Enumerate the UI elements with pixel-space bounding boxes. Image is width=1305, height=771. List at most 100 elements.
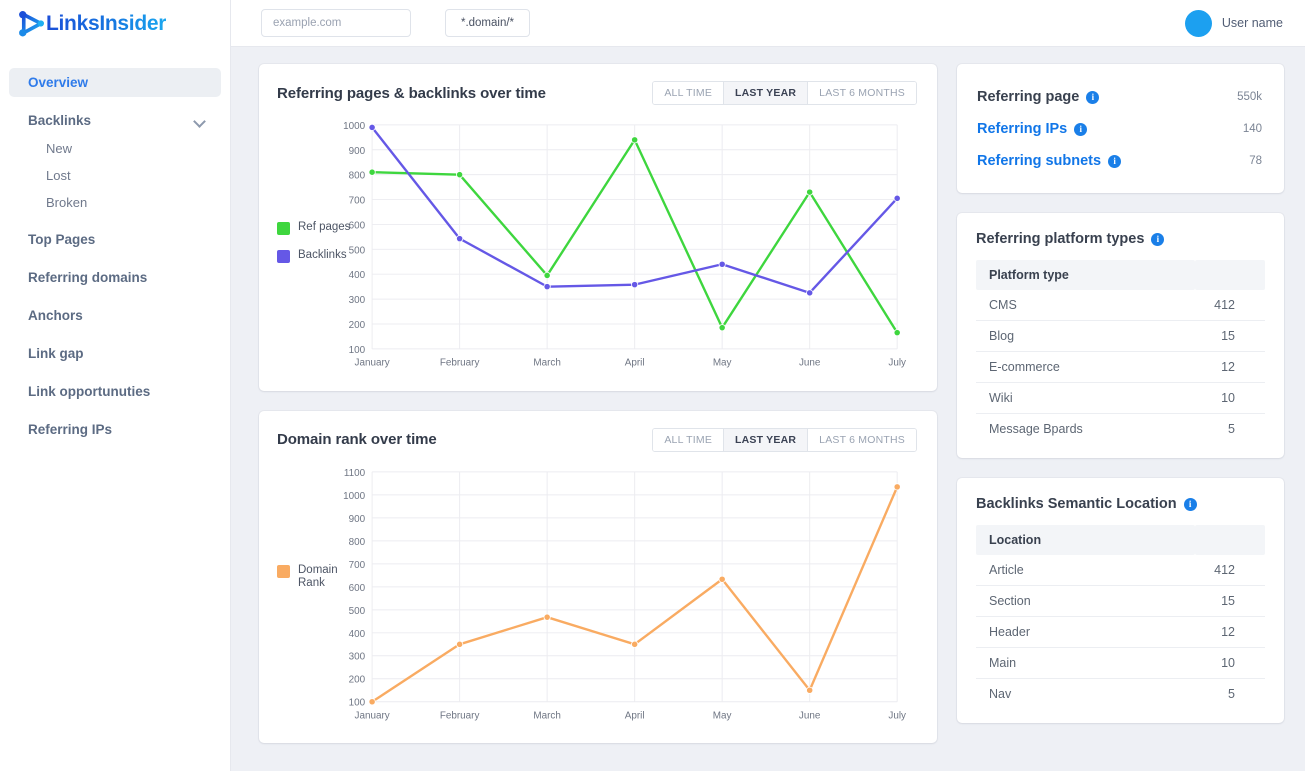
sidebar-item-referring-ips[interactable]: Referring IPs (9, 415, 221, 444)
data-point[interactable] (456, 235, 464, 243)
info-icon[interactable]: i (1151, 232, 1165, 246)
x-axis-tick: July (888, 710, 906, 721)
x-axis-tick: June (799, 710, 821, 721)
info-icon[interactable]: i (1108, 154, 1122, 168)
table-row[interactable]: Article 412 (976, 555, 1265, 586)
url-pattern-selector[interactable]: *.domain/* (445, 9, 530, 37)
stat-row-referring-subnets[interactable]: Referring subnets i 78 (977, 145, 1262, 177)
platform-name: Wiki (976, 382, 1195, 414)
stat-label[interactable]: Referring subnets i (977, 153, 1122, 169)
sidebar-item-link-gap[interactable]: Link gap (9, 339, 221, 368)
chart-legend: Ref pages Backlinks (277, 221, 350, 263)
stat-name: Referring page (977, 89, 1080, 105)
data-point[interactable] (543, 283, 551, 291)
platform-count: 10 (1195, 382, 1265, 414)
data-point[interactable] (718, 324, 726, 332)
data-point[interactable] (893, 482, 901, 490)
y-axis-tick: 800 (349, 171, 366, 182)
sidebar-item-label: Link gap (28, 346, 84, 361)
y-axis-tick: 1000 (343, 121, 366, 132)
data-point[interactable] (806, 289, 814, 297)
table-row[interactable]: Section 15 (976, 585, 1265, 617)
stat-row-referring-ips[interactable]: Referring IPs i 140 (977, 113, 1262, 145)
table-row[interactable]: Wiki 10 (976, 382, 1265, 414)
data-point[interactable] (718, 260, 726, 268)
location-table: Location Article 412 Section 15 Header 12 Main… (976, 525, 1265, 709)
range-button-all-time[interactable]: ALL TIME (653, 428, 725, 451)
stat-name: Referring subnets (977, 153, 1102, 169)
y-axis-tick: 700 (349, 559, 366, 570)
legend-item[interactable]: Backlinks (277, 249, 350, 263)
sidebar-item-top-pages[interactable]: Top Pages (9, 225, 221, 254)
info-icon[interactable]: i (1074, 122, 1088, 136)
data-point[interactable] (456, 171, 464, 179)
legend-item[interactable]: Domain Rank (277, 564, 338, 590)
table-row[interactable]: Blog 15 (976, 320, 1265, 352)
chevron-down-icon (195, 116, 205, 126)
platform-name: E-commerce (976, 351, 1195, 383)
table-row[interactable]: Header 12 (976, 616, 1265, 648)
location-name: Header (976, 616, 1195, 648)
main-region: *.domain/* User name Referring pages & b… (231, 0, 1305, 771)
platform-count: 412 (1195, 290, 1265, 321)
table-row[interactable]: Main 10 (976, 647, 1265, 679)
chart-header: Domain rank over time ALL TIME LAST YEAR… (277, 427, 917, 452)
legend-label: Domain Rank (298, 563, 338, 589)
platform-count: 5 (1228, 422, 1235, 436)
legend-item[interactable]: Ref pages (277, 221, 350, 235)
data-point[interactable] (368, 123, 376, 131)
sidebar-item-link-opportunities[interactable]: Link opportunuties (9, 377, 221, 406)
table-row[interactable]: E-commerce 12 (976, 351, 1265, 383)
sidebar-item-label: Backlinks (28, 113, 92, 128)
sidebar-item-anchors[interactable]: Anchors (9, 301, 221, 330)
sidebar: LinksInsider Overview Backlinks New Lost… (0, 0, 231, 771)
data-point[interactable] (806, 188, 814, 196)
table-row[interactable]: CMS 412 (976, 290, 1265, 321)
data-point[interactable] (718, 575, 726, 583)
range-button-last-6-months[interactable]: LAST 6 MONTHS (808, 428, 916, 451)
referring-pages-chart-card: Referring pages & backlinks over time AL… (259, 64, 937, 391)
data-point[interactable] (893, 194, 901, 202)
range-button-last-6-months[interactable]: LAST 6 MONTHS (808, 82, 916, 104)
sidebar-item-overview[interactable]: Overview (9, 68, 221, 97)
stats-column: Referring page i 550k Referring IPs i 14… (957, 64, 1284, 771)
sidebar-item-label: Top Pages (28, 232, 96, 247)
domain-search-input[interactable] (261, 9, 411, 37)
table-row[interactable]: Nav 5 (976, 679, 1265, 710)
data-point[interactable] (631, 281, 639, 289)
info-icon[interactable]: i (1086, 90, 1100, 104)
data-point[interactable] (893, 329, 901, 337)
stat-label: Referring page i (977, 89, 1100, 105)
brand-logo[interactable]: LinksInsider (0, 0, 230, 47)
chart-title: Domain rank over time (277, 431, 437, 449)
y-axis-tick: 600 (349, 220, 366, 231)
sidebar-item-referring-domains[interactable]: Referring domains (9, 263, 221, 292)
data-point[interactable] (806, 686, 814, 694)
sidebar-item-label: Lost (46, 168, 71, 183)
data-point[interactable] (543, 271, 551, 280)
card-title-text: Referring platform types (976, 231, 1145, 247)
range-button-all-time[interactable]: ALL TIME (653, 82, 725, 104)
range-button-last-year[interactable]: LAST YEAR (724, 428, 809, 451)
sidebar-item-backlinks[interactable]: Backlinks (9, 106, 221, 135)
data-point[interactable] (543, 613, 551, 621)
range-button-last-year[interactable]: LAST YEAR (724, 82, 809, 104)
data-point[interactable] (631, 640, 639, 648)
data-point[interactable] (631, 136, 639, 144)
play-network-logo-icon (19, 10, 44, 36)
data-point[interactable] (456, 640, 464, 648)
y-axis-tick: 100 (349, 345, 366, 356)
data-point[interactable] (368, 168, 376, 176)
sidebar-item-label: Overview (28, 75, 89, 90)
user-menu[interactable]: User name (1184, 9, 1283, 37)
platform-name: Message Bpards (989, 422, 1083, 436)
sidebar-item-broken[interactable]: Broken (0, 189, 230, 216)
info-icon[interactable]: i (1183, 497, 1197, 511)
brand-name: LinksInsider (46, 11, 167, 35)
sidebar-item-new[interactable]: New (0, 135, 230, 162)
sidebar-item-lost[interactable]: Lost (0, 162, 230, 189)
table-row[interactable]: Message Bpards 5 (976, 414, 1265, 445)
stat-label[interactable]: Referring IPs i (977, 121, 1088, 137)
data-point[interactable] (368, 697, 376, 705)
x-axis-tick: March (533, 358, 560, 369)
